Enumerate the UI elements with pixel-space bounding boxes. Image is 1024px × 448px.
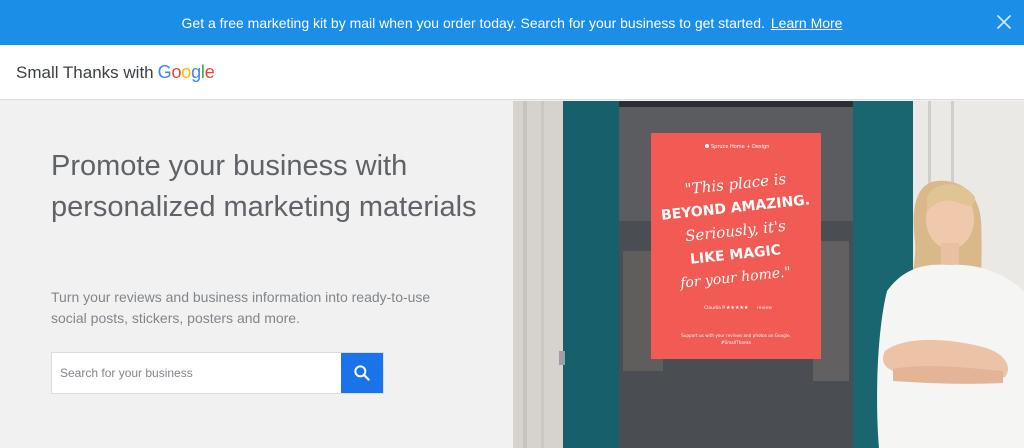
search-icon <box>354 365 370 381</box>
google-letter: e <box>204 61 215 82</box>
brand-logo[interactable]: Small Thanks with Google <box>16 62 215 83</box>
page-title: Promote your business with personalized … <box>51 150 477 223</box>
poster-reviewer-suffix: review <box>757 305 772 311</box>
poster: Spruce Home + Design "This place is BEYO… <box>651 133 821 359</box>
google-letter: g <box>191 61 201 82</box>
hero-content: Promote your business with personalized … <box>0 101 513 448</box>
poster-hashtag: #SmallThanks <box>721 340 751 345</box>
google-letter: G <box>157 61 172 82</box>
storefront-photo: Spruce Home + Design "This place is BEYO… <box>513 101 1024 448</box>
banner-message: Get a free marketing kit by mail when yo… <box>181 14 765 31</box>
search-input[interactable] <box>52 353 341 393</box>
brand-text: Small Thanks with <box>16 62 154 82</box>
announcement-banner: Get a free marketing kit by mail when yo… <box>0 0 1024 45</box>
search-button[interactable] <box>341 353 383 393</box>
hero-image: Spruce Home + Design "This place is BEYO… <box>513 101 1024 448</box>
site-header: Small Thanks with Google <box>0 45 1024 100</box>
star-rating-icon: ★★★★★ <box>726 305 749 311</box>
google-letter: o <box>181 61 192 82</box>
poster-business: Spruce Home + Design <box>711 144 769 150</box>
poster-footer: Support us with your reviews and photos … <box>681 333 791 338</box>
poster-reviewer: Claudia P. <box>704 305 726 311</box>
google-letter: o <box>171 61 182 82</box>
google-wordmark: Google <box>158 62 215 83</box>
learn-more-link[interactable]: Learn More <box>771 15 843 31</box>
close-icon[interactable] <box>994 12 1014 32</box>
business-search <box>51 352 384 394</box>
page-subtitle: Turn your reviews and business informati… <box>51 289 431 326</box>
